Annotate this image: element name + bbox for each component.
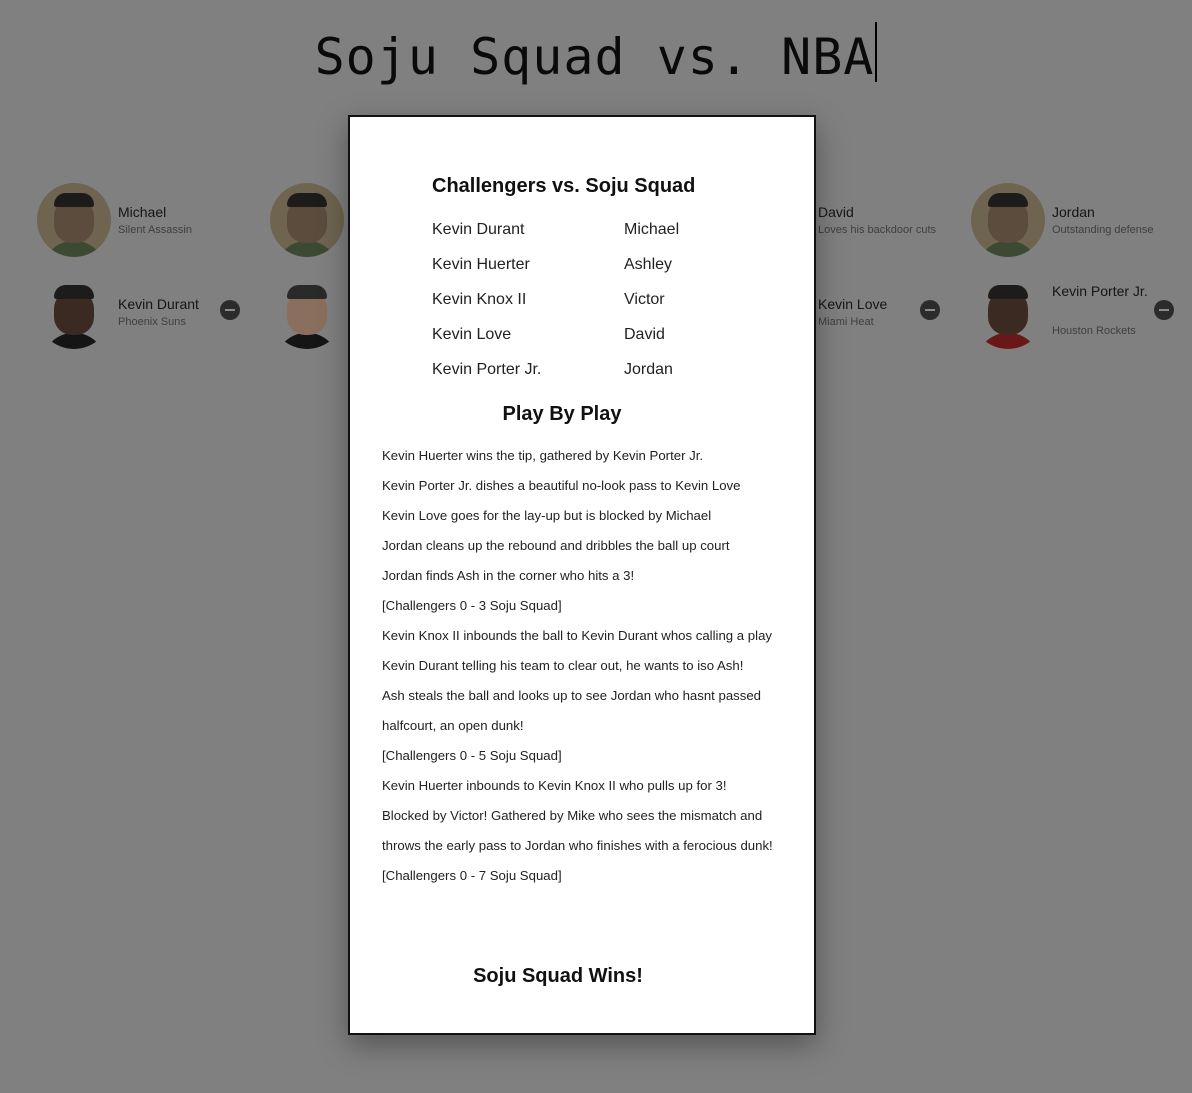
score-line: [Challengers 0 - 7 Soju Squad] — [382, 868, 562, 883]
remove-player-icon[interactable] — [920, 300, 940, 320]
play-line: Jordan finds Ash in the corner who hits … — [382, 568, 635, 583]
avatar — [971, 275, 1045, 349]
challenger-name: Kevin Knox II — [432, 291, 527, 308]
squad-name: David — [818, 204, 854, 220]
play-by-play-heading: Play By Play — [502, 403, 622, 425]
roster-row: Kevin Durant Michael — [432, 217, 732, 252]
squad-card-jordan: Jordan Outstanding defense — [971, 183, 1192, 263]
nba-card-kevin-durant: Kevin Durant Phoenix Suns — [37, 275, 262, 355]
avatar — [270, 275, 344, 349]
squad-name: Jordan — [1052, 204, 1095, 220]
remove-player-icon[interactable] — [220, 300, 240, 320]
remove-player-icon[interactable] — [1154, 300, 1174, 320]
game-result: Soju Squad Wins! — [473, 965, 643, 987]
nba-team: Miami Heat — [818, 316, 874, 328]
play-line: Kevin Porter Jr. dishes a beautiful no-l… — [382, 478, 741, 493]
play-line: Ash steals the ball and looks up to see … — [382, 688, 762, 733]
squad-subtitle: Outstanding defense — [1052, 224, 1154, 236]
play-line: Kevin Huerter inbounds to Kevin Knox II … — [382, 778, 727, 793]
modal-title: Challengers vs. Soju Squad — [432, 175, 696, 197]
nba-team: Phoenix Suns — [118, 316, 186, 328]
nba-name: Kevin Durant — [118, 296, 199, 312]
play-by-play-list: Kevin Huerter wins the tip, gathered by … — [382, 441, 787, 891]
squad-subtitle: Loves his backdoor cuts — [818, 224, 937, 236]
play-line: Blocked by Victor! Gathered by Mike who … — [382, 808, 773, 853]
page-title[interactable]: Soju Squad vs. NBA — [0, 22, 1192, 88]
challenger-name: Kevin Porter Jr. — [432, 361, 542, 378]
roster-row: Kevin Porter Jr. Jordan — [432, 357, 732, 392]
roster-row: Kevin Knox II Victor — [432, 287, 732, 322]
squad-player-name: Ashley — [624, 256, 673, 273]
challenger-name: Kevin Durant — [432, 221, 525, 238]
play-line: Kevin Huerter wins the tip, gathered by … — [382, 448, 704, 463]
play-line: Kevin Durant telling his team to clear o… — [382, 658, 744, 673]
squad-player-name: Victor — [624, 291, 665, 308]
squad-player-name: David — [624, 326, 665, 343]
challenger-name: Kevin Huerter — [432, 256, 530, 273]
text-cursor — [875, 22, 878, 82]
play-line: Kevin Love goes for the lay-up but is bl… — [382, 508, 712, 523]
nba-name: Kevin Porter Jr. — [1052, 283, 1148, 299]
challenger-name: Kevin Love — [432, 326, 512, 343]
squad-player-name: Michael — [624, 221, 680, 238]
roster-row: Kevin Huerter Ashley — [432, 252, 732, 287]
avatar — [270, 183, 344, 257]
avatar — [37, 275, 111, 349]
avatar — [37, 183, 111, 257]
game-result-modal: Challengers vs. Soju Squad Kevin Durant M… — [348, 115, 816, 1035]
score-line: [Challengers 0 - 5 Soju Squad] — [382, 748, 562, 763]
squad-name: Michael — [118, 204, 167, 220]
play-line: Jordan cleans up the rebound and dribble… — [382, 538, 730, 553]
nba-card-kevin-porter-jr: Kevin Porter Jr. Houston Rockets — [971, 275, 1192, 355]
squad-subtitle: Silent Assassin — [118, 224, 192, 236]
nba-team: Houston Rockets — [1052, 325, 1136, 337]
play-line: Kevin Knox II inbounds the ball to Kevin… — [382, 628, 772, 643]
squad-player-name: Jordan — [624, 361, 673, 378]
nba-name: Kevin Love — [818, 296, 888, 312]
page-title-text: Soju Squad vs. NBA — [314, 28, 875, 86]
roster-table: Kevin Durant Michael Kevin Huerter Ashley … — [432, 217, 732, 392]
avatar — [971, 183, 1045, 257]
squad-card-michael: Michael Silent Assassin — [37, 183, 262, 263]
roster-row: Kevin Love David — [432, 322, 732, 357]
score-line: [Challengers 0 - 3 Soju Squad] — [382, 598, 562, 613]
